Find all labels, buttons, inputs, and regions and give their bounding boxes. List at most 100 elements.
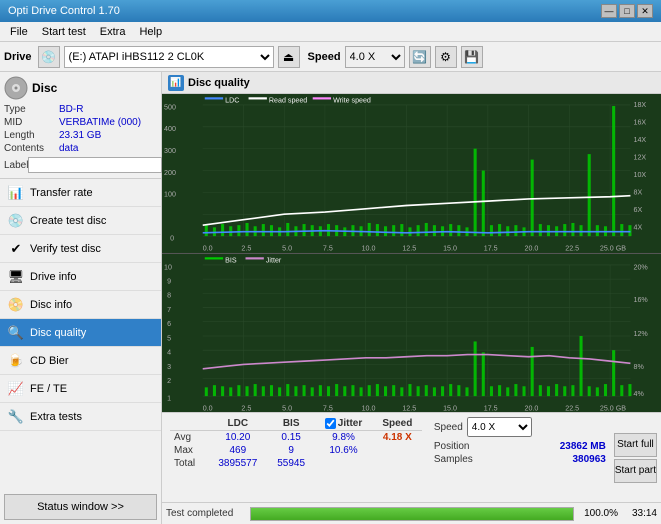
sidebar-item-transfer-rate[interactable]: 📊 Transfer rate: [0, 179, 161, 207]
svg-text:22.5: 22.5: [565, 403, 579, 412]
sidebar-item-disc-info[interactable]: 📀 Disc info: [0, 291, 161, 319]
settings-button[interactable]: ⚙: [435, 46, 457, 68]
svg-text:10: 10: [164, 262, 172, 271]
jitter-checkbox[interactable]: [325, 418, 336, 429]
svg-text:15.0: 15.0: [443, 243, 457, 252]
svg-text:BIS: BIS: [225, 255, 237, 264]
menu-start-test[interactable]: Start test: [36, 24, 92, 40]
right-panel: 📊 Disc quality: [162, 72, 661, 524]
maximize-button[interactable]: □: [619, 4, 635, 18]
sidebar-item-create-test-disc[interactable]: 💿 Create test disc: [0, 207, 161, 235]
eject-button[interactable]: ⏏: [278, 46, 300, 68]
disc-contents-row: Contents data: [4, 143, 157, 154]
disc-quality-icon: 🔍: [8, 325, 24, 341]
svg-text:12%: 12%: [634, 328, 649, 337]
total-label: Total: [170, 457, 208, 470]
svg-text:8%: 8%: [634, 361, 645, 370]
stats-col-jitter-check[interactable]: Jitter: [314, 417, 373, 431]
extra-tests-icon: 🔧: [8, 409, 24, 425]
transfer-rate-label: Transfer rate: [30, 187, 93, 199]
svg-text:10X: 10X: [634, 170, 647, 179]
contents-value: data: [59, 143, 157, 154]
svg-text:18X: 18X: [634, 100, 647, 109]
speed-select-stats[interactable]: 4.0 X: [467, 417, 532, 437]
sidebar-item-cd-bier[interactable]: 🍺 CD Bier: [0, 347, 161, 375]
minimize-button[interactable]: —: [601, 4, 617, 18]
drive-info-label: Drive info: [30, 271, 76, 283]
fe-te-icon: 📈: [8, 381, 24, 397]
sidebar-item-disc-quality[interactable]: 🔍 Disc quality: [0, 319, 161, 347]
disc-icon: [4, 76, 28, 100]
transfer-rate-icon: 📊: [8, 185, 24, 201]
refresh-button[interactable]: 🔄: [409, 46, 431, 68]
avg-jitter: 9.8%: [314, 431, 373, 445]
menu-file[interactable]: File: [4, 24, 34, 40]
window-controls: — □ ✕: [601, 4, 653, 18]
stats-row-max: Max 469 9 10.6%: [170, 444, 422, 457]
bis-chart-container: 10 9 8 7 6 5 4 3 2 1 20% 16% 12% 8% 4%: [162, 254, 661, 413]
stats-col-ldc: LDC: [208, 417, 269, 431]
drive-label: Drive: [4, 51, 32, 63]
cd-bier-icon: 🍺: [8, 353, 24, 369]
verify-test-disc-icon: ✔: [8, 241, 24, 257]
svg-text:25.0 GB: 25.0 GB: [600, 243, 626, 252]
disc-info-table: Type BD-R MID VERBATIMe (000) Length 23.…: [4, 104, 157, 174]
drive-select[interactable]: (E:) ATAPI iHBS112 2 CL0K: [64, 46, 274, 68]
svg-text:17.5: 17.5: [484, 243, 498, 252]
fe-te-label: FE / TE: [30, 383, 67, 395]
svg-text:4%: 4%: [634, 388, 645, 397]
sidebar-item-extra-tests[interactable]: 🔧 Extra tests: [0, 403, 161, 431]
avg-label: Avg: [170, 431, 208, 445]
disc-quality-label: Disc quality: [30, 327, 86, 339]
svg-text:200: 200: [164, 168, 176, 177]
samples-value: 380963: [572, 454, 605, 465]
progress-bar-fill: [251, 508, 573, 520]
speed-select[interactable]: 4.0 X: [345, 46, 405, 68]
sidebar-item-verify-test-disc[interactable]: ✔ Verify test disc: [0, 235, 161, 263]
label-key: Label: [4, 160, 28, 171]
svg-text:300: 300: [164, 146, 176, 155]
menu-help[interactable]: Help: [133, 24, 168, 40]
svg-text:7.5: 7.5: [323, 403, 333, 412]
svg-text:6X: 6X: [634, 205, 643, 214]
close-button[interactable]: ✕: [637, 4, 653, 18]
position-value: 23862 MB: [560, 441, 606, 452]
svg-text:3: 3: [167, 361, 171, 370]
save-button[interactable]: 💾: [461, 46, 483, 68]
svg-text:400: 400: [164, 124, 176, 133]
length-value: 23.31 GB: [59, 130, 157, 141]
disc-info-icon: 📀: [8, 297, 24, 313]
main-content: Disc Type BD-R MID VERBATIMe (000) Lengt…: [0, 72, 661, 524]
svg-text:2.5: 2.5: [241, 243, 251, 252]
menu-extra[interactable]: Extra: [94, 24, 132, 40]
sidebar-item-drive-info[interactable]: 🖥 Drive info: [0, 263, 161, 291]
start-full-button[interactable]: Start full: [614, 433, 657, 457]
left-panel: Disc Type BD-R MID VERBATIMe (000) Lengt…: [0, 72, 162, 524]
svg-text:4: 4: [167, 347, 171, 356]
svg-text:10.0: 10.0: [362, 243, 376, 252]
drive-info-icon: 🖥: [8, 269, 24, 285]
svg-text:5.0: 5.0: [282, 243, 292, 252]
progress-bar-area: Test completed 100.0% 33:14: [162, 502, 661, 524]
svg-text:16X: 16X: [634, 117, 647, 126]
svg-text:7.5: 7.5: [323, 243, 333, 252]
svg-text:0.0: 0.0: [203, 243, 213, 252]
svg-text:12X: 12X: [634, 152, 647, 161]
svg-text:15.0: 15.0: [443, 403, 457, 412]
svg-text:LDC: LDC: [225, 96, 240, 105]
avg-ldc: 10.20: [208, 431, 269, 445]
menu-bar: File Start test Extra Help: [0, 22, 661, 42]
create-test-disc-label: Create test disc: [30, 215, 106, 227]
total-ldc: 3895577: [208, 457, 269, 470]
svg-text:7: 7: [167, 304, 171, 313]
chart-header: 📊 Disc quality: [162, 72, 661, 94]
bis-chart-svg: 10 9 8 7 6 5 4 3 2 1 20% 16% 12% 8% 4%: [162, 254, 661, 413]
sidebar-item-fe-te[interactable]: 📈 FE / TE: [0, 375, 161, 403]
svg-text:Read speed: Read speed: [269, 96, 307, 105]
status-window-button[interactable]: Status window >>: [4, 494, 157, 520]
start-part-button[interactable]: Start part: [614, 459, 657, 483]
avg-speed: 4.18 X: [373, 431, 422, 445]
drive-icon-button[interactable]: 💿: [38, 46, 60, 68]
label-input[interactable]: [28, 157, 162, 173]
jitter-label: Jitter: [338, 418, 362, 429]
